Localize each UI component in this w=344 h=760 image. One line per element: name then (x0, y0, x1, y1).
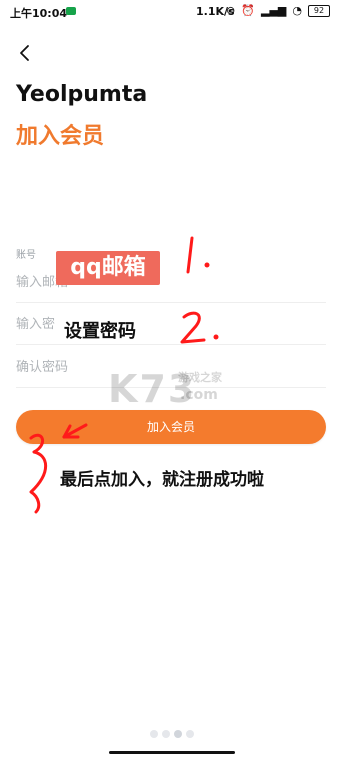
status-time: 上午10:04 (10, 7, 68, 20)
password-input[interactable]: 输入密 (16, 306, 326, 345)
set-password-annotation: 设置密码 (64, 321, 136, 342)
account-label: 账号 (16, 250, 36, 261)
page-dot (162, 730, 170, 738)
status-icons: ⊘ ⏰ ▂▄▆ ◔ 92 (226, 4, 330, 17)
message-status-icon (66, 7, 76, 15)
page-dots (146, 727, 198, 741)
muted-icon: ⊘ (226, 4, 236, 17)
qq-email-annotation: qq邮箱 (56, 251, 160, 285)
signal-icon: ▂▄▆ (261, 4, 287, 17)
page-dot-active (174, 730, 182, 738)
watermark-subtitle: 游戏之家 (178, 371, 222, 384)
signup-screen: 上午10:04 1.1K/s ⊘ ⏰ ▂▄▆ ◔ 92 Yeolpumta 加入… (0, 0, 344, 760)
step-three-mark (29, 433, 48, 514)
watermark-domain: .com (180, 387, 218, 403)
back-button[interactable] (14, 42, 36, 64)
page-title: 加入会员 (16, 124, 105, 149)
alarm-icon: ⏰ (241, 4, 255, 17)
final-step-annotation: 最后点加入，就注册成功啦 (60, 470, 264, 490)
join-member-button[interactable]: 加入会员 (16, 410, 326, 444)
battery-icon: 92 (308, 4, 330, 17)
page-dot (150, 730, 158, 738)
confirm-password-placeholder: 确认密码 (16, 360, 69, 375)
back-icon (20, 45, 29, 61)
app-title: Yeolpumta (16, 82, 148, 107)
password-placeholder: 输入密 (16, 317, 56, 332)
page-dot (186, 730, 194, 738)
wifi-icon: ◔ (292, 4, 302, 17)
home-indicator[interactable] (109, 751, 235, 754)
status-bar: 上午10:04 1.1K/s ⊘ ⏰ ▂▄▆ ◔ 92 (0, 0, 344, 24)
